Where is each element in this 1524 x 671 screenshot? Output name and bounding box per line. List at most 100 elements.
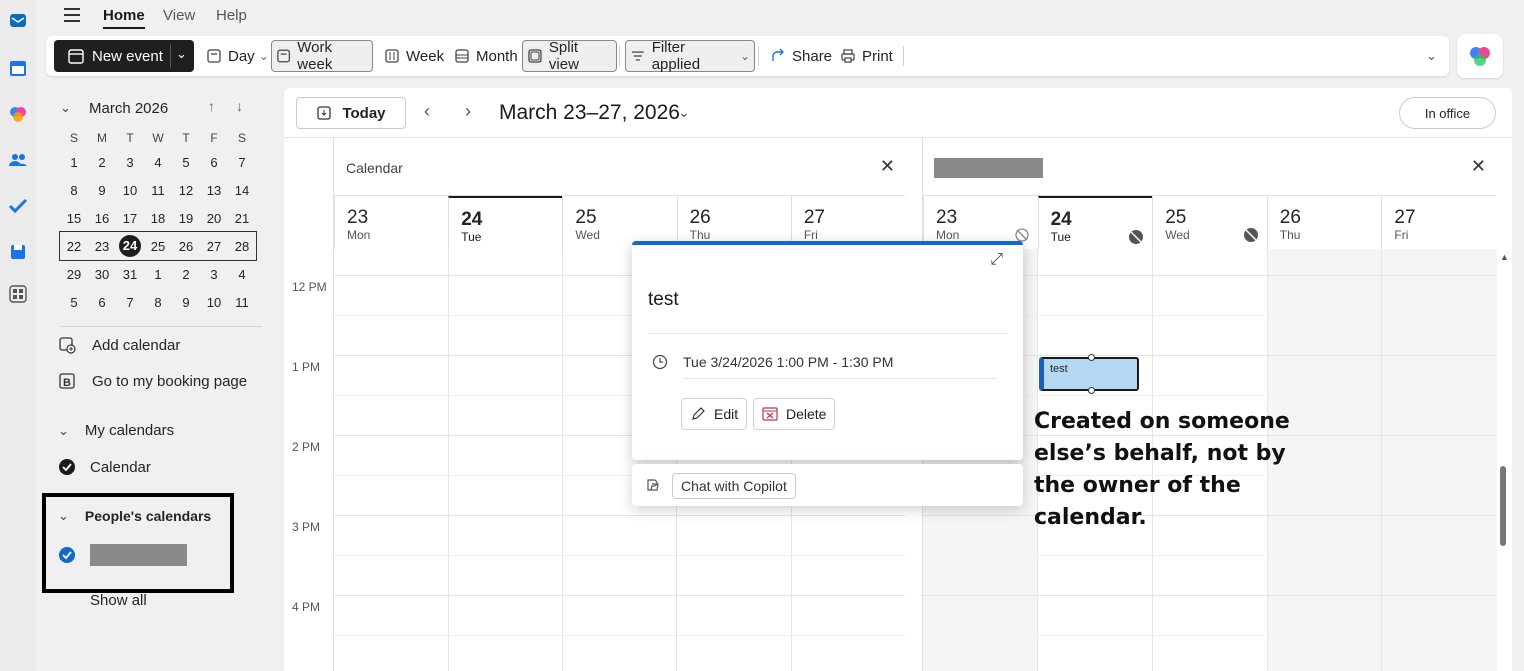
day-header[interactable]: 25 Wed	[1152, 196, 1267, 249]
apps-icon[interactable]	[8, 284, 28, 304]
chevron-down-icon[interactable]: ⌄	[678, 104, 690, 121]
mini-day[interactable]: 3	[116, 155, 144, 170]
day-view-button[interactable]: Day ⌄	[202, 40, 273, 72]
mini-day[interactable]: 31	[116, 267, 144, 282]
mini-day[interactable]: 1	[60, 155, 88, 170]
calendar-event[interactable]: test	[1039, 354, 1139, 394]
share-button[interactable]: Share	[766, 40, 836, 72]
shared-calendar-item[interactable]	[58, 544, 187, 566]
mini-day[interactable]: 20	[200, 211, 228, 226]
expand-icon[interactable]: ⤢	[990, 251, 1003, 269]
tab-view[interactable]: View	[163, 7, 195, 24]
mini-day[interactable]: 19	[172, 211, 200, 226]
collapse-month-chevron-icon[interactable]: ⌄	[60, 100, 71, 116]
mini-day[interactable]: 3	[200, 267, 228, 282]
mini-day[interactable]: 2	[88, 155, 116, 170]
hamburger-menu-icon[interactable]	[64, 8, 80, 22]
mini-day[interactable]: 28	[228, 239, 256, 254]
delete-button[interactable]: Delete	[753, 398, 836, 430]
work-week-view-button[interactable]: Work week	[271, 39, 373, 73]
mail-icon[interactable]	[8, 10, 28, 30]
mini-day[interactable]: 6	[88, 295, 116, 310]
resize-handle[interactable]	[1088, 387, 1095, 394]
mini-day[interactable]: 17	[116, 211, 144, 226]
mini-day[interactable]: 7	[228, 155, 256, 170]
mini-day[interactable]: 11	[228, 295, 256, 310]
week-view-button[interactable]: Week	[380, 40, 448, 72]
day-header[interactable]: 23 Mon	[334, 196, 448, 249]
day-header-today[interactable]: 24 Tue	[1037, 196, 1153, 249]
previous-month-arrow-icon[interactable]: ↑	[208, 98, 215, 114]
vertical-scrollbar[interactable]	[1500, 466, 1506, 546]
mini-day[interactable]: 11	[144, 183, 172, 198]
mini-day[interactable]: 22	[60, 239, 88, 254]
mini-day[interactable]: 18	[144, 211, 172, 226]
new-event-button[interactable]: New event ⌄	[54, 40, 194, 72]
chevron-down-icon[interactable]: ⌄	[176, 46, 187, 62]
mini-day[interactable]: 6	[200, 155, 228, 170]
mini-day[interactable]: 9	[88, 183, 116, 198]
mini-day-today[interactable]: 24	[116, 235, 144, 257]
calendar-icon[interactable]	[8, 58, 28, 78]
in-office-button[interactable]: In office	[1399, 97, 1496, 129]
tab-help[interactable]: Help	[216, 7, 247, 24]
booking-page-link[interactable]: B Go to my booking page	[58, 372, 247, 390]
copilot-button[interactable]	[1457, 34, 1503, 78]
mini-day[interactable]: 15	[60, 211, 88, 226]
mini-day[interactable]: 4	[144, 155, 172, 170]
show-all-link[interactable]: Show all	[90, 592, 147, 609]
calendar-item[interactable]: Calendar	[58, 458, 151, 476]
tab-home[interactable]: Home	[103, 7, 145, 29]
mini-day[interactable]: 9	[172, 295, 200, 310]
next-month-arrow-icon[interactable]: ↓	[236, 98, 243, 114]
copilot-app-icon[interactable]	[8, 104, 28, 124]
mini-day[interactable]: 21	[228, 211, 256, 226]
close-icon[interactable]: ✕	[1471, 156, 1486, 177]
next-arrow-icon[interactable]: ›	[465, 101, 471, 122]
date-range-title[interactable]: March 23–27, 2026	[499, 101, 680, 125]
mini-day[interactable]: 29	[60, 267, 88, 282]
add-calendar-link[interactable]: Add calendar	[58, 336, 180, 354]
check-circle-icon[interactable]	[58, 458, 76, 476]
mini-day[interactable]: 5	[60, 295, 88, 310]
mini-day[interactable]: 30	[88, 267, 116, 282]
day-header[interactable]: 27 Fri	[1381, 196, 1496, 249]
mini-day[interactable]: 8	[60, 183, 88, 198]
mini-day[interactable]: 10	[200, 295, 228, 310]
chat-with-copilot-button[interactable]: Chat with Copilot	[672, 473, 796, 499]
mini-day[interactable]: 23	[88, 239, 116, 254]
day-header-today[interactable]: 24 Tue	[448, 196, 563, 249]
mini-day[interactable]: 1	[144, 267, 172, 282]
mini-day[interactable]: 5	[172, 155, 200, 170]
people-icon[interactable]	[8, 150, 28, 170]
ribbon-expand-chevron-icon[interactable]: ⌄	[1426, 48, 1437, 64]
check-circle-icon[interactable]	[58, 546, 76, 564]
mini-day[interactable]: 10	[116, 183, 144, 198]
today-button[interactable]: Today	[296, 97, 406, 129]
mini-day[interactable]: 14	[228, 183, 256, 198]
day-header[interactable]: 26 Thu	[1266, 196, 1382, 249]
mini-day[interactable]: 25	[144, 239, 172, 254]
onedrive-icon[interactable]	[8, 242, 28, 262]
resize-handle[interactable]	[1088, 354, 1095, 361]
my-calendars-header[interactable]: ⌄ My calendars	[58, 422, 174, 439]
mini-day[interactable]: 2	[172, 267, 200, 282]
mini-day[interactable]: 8	[144, 295, 172, 310]
scroll-up-arrow-icon[interactable]: ▲	[1500, 252, 1509, 262]
split-view-button[interactable]: Split view	[522, 39, 617, 73]
mini-day[interactable]: 13	[200, 183, 228, 198]
filter-button[interactable]: Filter applied ⌄	[625, 39, 755, 73]
month-view-button[interactable]: Month	[450, 40, 522, 72]
mini-day[interactable]: 12	[172, 183, 200, 198]
mini-day[interactable]: 27	[200, 239, 228, 254]
peoples-calendars-header[interactable]: ⌄ People's calendars	[58, 508, 211, 524]
close-icon[interactable]: ✕	[880, 156, 895, 177]
todo-icon[interactable]	[8, 196, 28, 216]
previous-arrow-icon[interactable]: ‹	[424, 101, 430, 122]
print-button[interactable]: Print	[836, 40, 897, 72]
mini-day[interactable]: 7	[116, 295, 144, 310]
mini-day[interactable]: 4	[228, 267, 256, 282]
edit-button[interactable]: Edit	[681, 398, 748, 430]
mini-day[interactable]: 26	[172, 239, 200, 254]
mini-day[interactable]: 16	[88, 211, 116, 226]
